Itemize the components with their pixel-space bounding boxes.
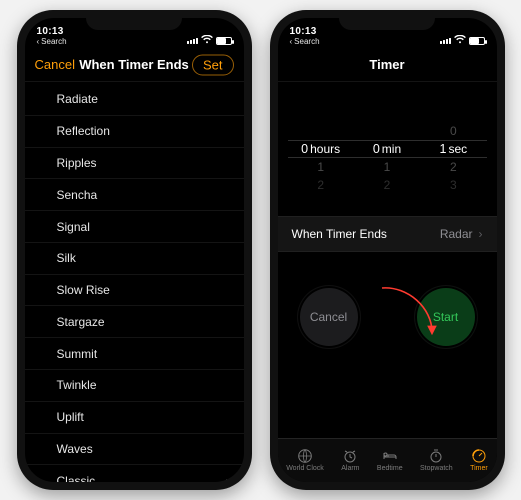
list-item[interactable]: Uplift <box>25 402 244 434</box>
when-ends-label: When Timer Ends <box>292 227 387 241</box>
when-timer-ends-row[interactable]: When Timer Ends Radar › <box>278 216 497 252</box>
list-item[interactable]: Ripples <box>25 148 244 180</box>
set-button[interactable]: Set <box>192 54 234 75</box>
picker-hours[interactable]: 0hours 1 2 <box>288 122 354 194</box>
notch <box>86 10 182 30</box>
list-item[interactable]: Summit <box>25 338 244 370</box>
picker-seconds[interactable]: 0 1sec 2 3 <box>420 122 486 194</box>
battery-icon <box>216 37 232 45</box>
cellular-signal-icon <box>187 38 198 44</box>
screen-left: 10:13 ‹ Search Cancel When Timer Ends <box>25 18 244 482</box>
annotation-arrow-icon <box>374 282 444 352</box>
nav-bar: Cancel When Timer Ends Set <box>25 48 244 82</box>
page-title: Timer <box>369 57 404 72</box>
cancel-button[interactable]: Cancel <box>298 286 360 348</box>
stopwatch-icon <box>428 448 444 464</box>
tab-timer[interactable]: Timer <box>470 448 488 472</box>
chevron-right-icon: › <box>479 227 483 241</box>
list-item[interactable]: Slow Rise <box>25 275 244 307</box>
duration-picker[interactable]: 0hours 1 2 0min 1 2 0 1sec 2 3 <box>278 122 497 194</box>
tab-bedtime[interactable]: Bedtime <box>377 448 403 472</box>
tab-stopwatch[interactable]: Stopwatch <box>420 448 453 472</box>
phone-right: 10:13 ‹ Search Timer <box>270 10 505 490</box>
back-to-app[interactable]: ‹ Search <box>37 38 67 46</box>
tab-bar: World Clock Alarm Bedtime <box>278 438 497 482</box>
cancel-button[interactable]: Cancel <box>35 48 75 81</box>
chevron-left-icon: ‹ <box>37 38 40 46</box>
list-item[interactable]: Sencha <box>25 179 244 211</box>
globe-icon <box>297 448 313 464</box>
timer-icon <box>471 448 487 464</box>
sound-list[interactable]: Radiate Reflection Ripples Sencha Signal… <box>25 82 244 482</box>
tab-world-clock[interactable]: World Clock <box>286 448 324 472</box>
screen-right: 10:13 ‹ Search Timer <box>278 18 497 482</box>
phone-left: 10:13 ‹ Search Cancel When Timer Ends <box>17 10 252 490</box>
notch <box>339 10 435 30</box>
tab-alarm[interactable]: Alarm <box>341 448 359 472</box>
list-item[interactable]: Stargaze <box>25 306 244 338</box>
list-item[interactable]: Twinkle <box>25 370 244 402</box>
list-item[interactable]: Classic › <box>25 465 244 482</box>
page-title: When Timer Ends <box>79 57 189 72</box>
list-item[interactable]: Signal <box>25 211 244 243</box>
battery-icon <box>469 37 485 45</box>
chevron-right-icon: › <box>226 474 230 482</box>
picker-minutes[interactable]: 0min 1 2 <box>354 122 420 194</box>
bed-icon <box>382 448 398 464</box>
back-to-app[interactable]: ‹ Search <box>290 38 320 46</box>
wifi-icon <box>454 35 466 46</box>
list-item[interactable]: Radiate <box>25 84 244 116</box>
cellular-signal-icon <box>440 38 451 44</box>
nav-bar: Timer <box>278 48 497 82</box>
when-ends-value: Radar <box>440 227 473 241</box>
list-item[interactable]: Waves <box>25 434 244 466</box>
list-item[interactable]: Silk <box>25 243 244 275</box>
list-item[interactable]: Reflection <box>25 116 244 148</box>
chevron-left-icon: ‹ <box>290 38 293 46</box>
alarm-icon <box>342 448 358 464</box>
wifi-icon <box>201 35 213 46</box>
